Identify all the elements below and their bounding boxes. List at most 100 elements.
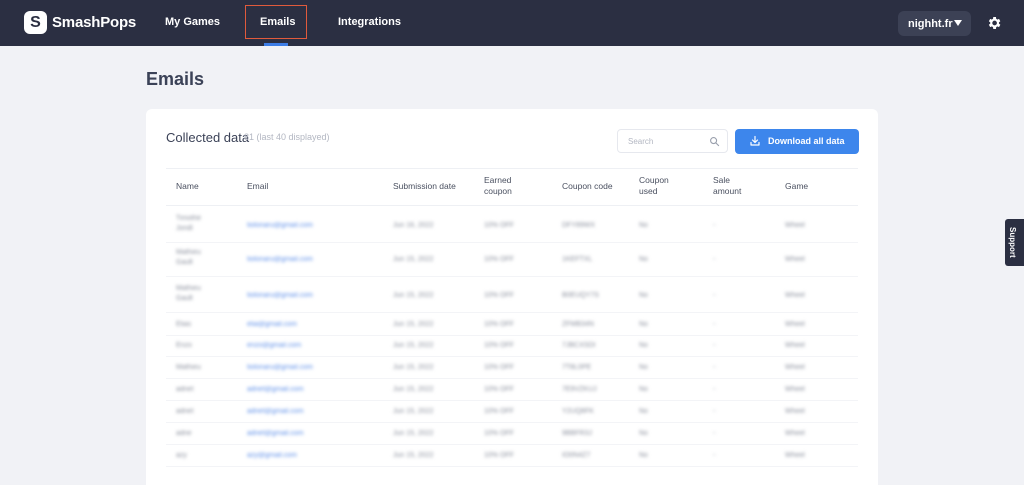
- table-row[interactable]: adnet adnet@gmail.com Jun 15, 2022 10% OFF 7…: [166, 379, 858, 401]
- table-header-divider: [166, 205, 858, 206]
- cell-earned-coupon: 10% OFF: [484, 386, 514, 393]
- cell-earned-coupon: 10% OFF: [484, 452, 514, 459]
- cell-name: Enzo: [176, 342, 192, 349]
- cell-earned-coupon: 10% OFF: [484, 364, 514, 371]
- row-divider: [166, 466, 858, 467]
- table-row[interactable]: adnet adnet@gmail.com Jun 15, 2022 10% OFF Y…: [166, 401, 858, 423]
- column-header-coupon-code[interactable]: Coupon code: [562, 181, 613, 192]
- cell-earned-coupon: 10% OFF: [484, 342, 514, 349]
- column-header-name[interactable]: Name: [176, 181, 199, 192]
- cell-sale-amount: -: [713, 321, 716, 328]
- cell-sale-amount: -: [713, 364, 716, 371]
- column-header-submission-date[interactable]: Submission date: [393, 181, 456, 192]
- cell-coupon-code: DFY89WX: [562, 222, 596, 229]
- cell-name: Elias: [176, 321, 192, 328]
- cell-email[interactable]: adnet@gmail.com: [247, 385, 304, 395]
- cell-name: Mathieu Gault: [176, 285, 201, 302]
- cell-earned-coupon: 10% OFF: [484, 222, 514, 229]
- cell-email[interactable]: adnet@gmail.com: [247, 429, 304, 439]
- cell-submission-date: Jun 15, 2022: [393, 386, 434, 393]
- row-divider: [166, 312, 858, 313]
- cell-sale-amount: -: [713, 222, 716, 229]
- cell-coupon-code: 9BBFR3J: [562, 430, 592, 437]
- collected-data-count: 81 (last 40 displayed): [244, 132, 330, 142]
- column-header-sale-amount[interactable]: Sale amount: [713, 175, 753, 197]
- cell-earned-coupon: 10% OFF: [484, 256, 514, 263]
- cell-email[interactable]: tiolonaru@gmail.com: [247, 291, 313, 301]
- cell-coupon-code: 7JBCXSDI: [562, 342, 596, 349]
- cell-coupon-used: No: [639, 408, 648, 415]
- cell-coupon-used: No: [639, 256, 648, 263]
- cell-game: Wheel: [785, 342, 805, 349]
- cell-coupon-used: No: [639, 430, 648, 437]
- cell-coupon-used: No: [639, 452, 648, 459]
- nav-my-games[interactable]: My Games: [165, 16, 220, 28]
- cell-email[interactable]: tiolonaru@gmail.com: [247, 221, 313, 231]
- search-input[interactable]: Search: [617, 129, 728, 153]
- app-logo[interactable]: S SmashPops: [24, 11, 136, 34]
- cell-submission-date: Jun 15, 2022: [393, 364, 434, 371]
- cell-game: Wheel: [785, 292, 805, 299]
- cell-sale-amount: -: [713, 430, 716, 437]
- table-row[interactable]: Timothé Jondi tiolonaru@gmail.com Jun 16, …: [166, 209, 858, 243]
- cell-coupon-code: IO0N4Z7: [562, 452, 591, 459]
- cell-sale-amount: -: [713, 386, 716, 393]
- cell-coupon-used: No: [639, 364, 648, 371]
- cell-coupon-code: Y2UQ8FK: [562, 408, 594, 415]
- column-header-game[interactable]: Game: [785, 181, 808, 192]
- table-row[interactable]: Mathieu Gault tiolonaru@gmail.com Jun 15, …: [166, 243, 858, 277]
- table-row[interactable]: Mathieu Gault tiolonaru@gmail.com Jun 15, …: [166, 279, 858, 313]
- column-header-coupon-used[interactable]: Coupon used: [639, 175, 679, 197]
- cell-earned-coupon: 10% OFF: [484, 292, 514, 299]
- cell-email[interactable]: adnet@gmail.com: [247, 407, 304, 417]
- card-header-divider: [166, 168, 858, 169]
- cell-coupon-used: No: [639, 386, 648, 393]
- cell-name: adnet: [176, 386, 194, 393]
- table-row[interactable]: adne adnet@gmail.com Jun 15, 2022 10% OFF 9B…: [166, 423, 858, 445]
- site-selector-dropdown[interactable]: nighht.fr: [898, 11, 971, 36]
- cell-name: Mathieu Gault: [176, 249, 201, 266]
- cell-submission-date: Jun 15, 2022: [393, 292, 434, 299]
- cell-coupon-used: No: [639, 321, 648, 328]
- nav-integrations[interactable]: Integrations: [338, 16, 401, 28]
- table-row[interactable]: Mathieu tiolonaru@gmail.com Jun 15, 2022 10…: [166, 357, 858, 379]
- cell-sale-amount: -: [713, 256, 716, 263]
- support-tab[interactable]: Support: [1005, 219, 1024, 266]
- gear-icon[interactable]: [986, 15, 1002, 31]
- cell-email[interactable]: tiolonaru@gmail.com: [247, 255, 313, 265]
- nav-emails[interactable]: Emails: [260, 16, 295, 28]
- cell-game: Wheel: [785, 321, 805, 328]
- cell-name: azy: [176, 452, 187, 459]
- table-row[interactable]: azy azy@gmail.com Jun 15, 2022 10% OFF IO0N4…: [166, 445, 858, 467]
- cell-email[interactable]: enzo@gmail.com: [247, 341, 301, 351]
- column-header-email[interactable]: Email: [247, 181, 268, 192]
- cell-earned-coupon: 10% OFF: [484, 408, 514, 415]
- site-selector-value: nighht.fr: [908, 17, 953, 30]
- cell-submission-date: Jun 15, 2022: [393, 430, 434, 437]
- cell-sale-amount: -: [713, 408, 716, 415]
- cell-coupon-code: B0EUQY7S: [562, 292, 599, 299]
- table-row[interactable]: Enzo enzo@gmail.com Jun 15, 2022 10% OFF 7JB…: [166, 335, 858, 357]
- cell-game: Wheel: [785, 256, 805, 263]
- cell-email[interactable]: elia@gmail.com: [247, 320, 297, 330]
- cell-game: Wheel: [785, 222, 805, 229]
- download-icon: [750, 135, 760, 146]
- cell-coupon-used: No: [639, 342, 648, 349]
- table-row[interactable]: Elias elia@gmail.com Jun 15, 2022 10% OFF ZF…: [166, 314, 858, 336]
- chevron-down-icon: [954, 20, 962, 26]
- cell-game: Wheel: [785, 408, 805, 415]
- cell-email[interactable]: azy@gmail.com: [247, 451, 297, 461]
- cell-sale-amount: -: [713, 292, 716, 299]
- cell-name: Mathieu: [176, 364, 201, 371]
- download-all-data-button[interactable]: Download all data: [735, 129, 859, 154]
- search-placeholder: Search: [628, 137, 654, 146]
- cell-name: adne: [176, 430, 192, 437]
- column-header-earned-coupon[interactable]: Earned coupon: [484, 175, 534, 197]
- cell-email[interactable]: tiolonaru@gmail.com: [247, 363, 313, 373]
- cell-sale-amount: -: [713, 452, 716, 459]
- cell-game: Wheel: [785, 364, 805, 371]
- cell-coupon-code: 7E9VZKUJ: [562, 386, 597, 393]
- page-title: Emails: [146, 69, 205, 89]
- cell-submission-date: Jun 15, 2022: [393, 342, 434, 349]
- row-divider: [166, 276, 858, 277]
